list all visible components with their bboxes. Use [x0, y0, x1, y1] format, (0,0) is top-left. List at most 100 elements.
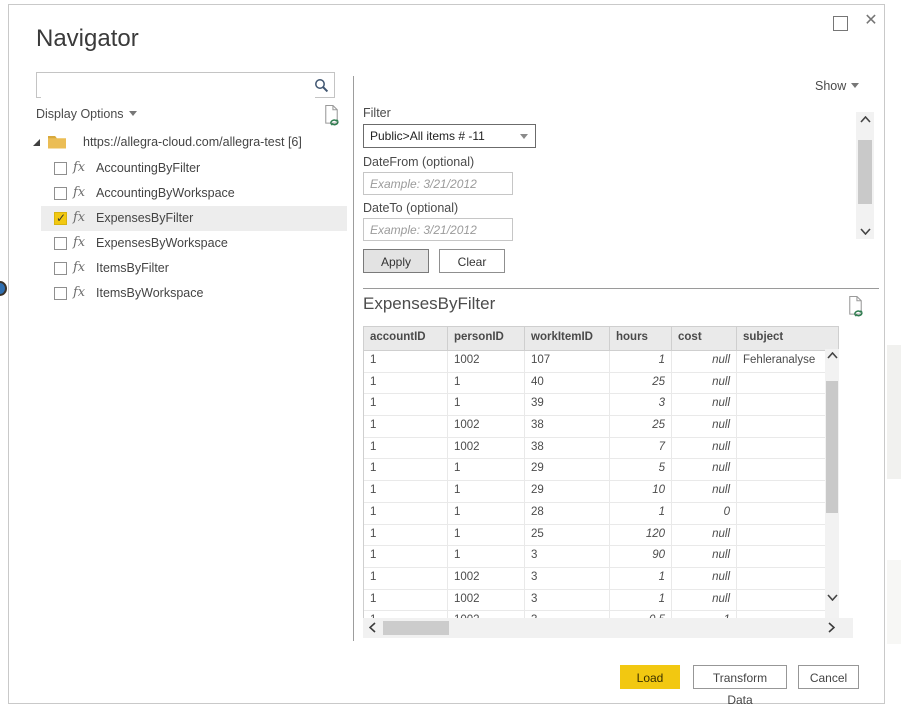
- filter-label: Filter: [363, 106, 391, 120]
- chevron-down-icon: [129, 111, 137, 116]
- panel-scrollbar[interactable]: [856, 112, 874, 239]
- collapse-triangle-icon[interactable]: [33, 139, 40, 146]
- table-row: 11295nulln: [364, 459, 838, 481]
- datefrom-input[interactable]: [363, 172, 513, 195]
- table-cell: null: [672, 373, 737, 394]
- scroll-down-icon[interactable]: [856, 228, 874, 235]
- table-cell: 120: [610, 525, 672, 546]
- tree-item[interactable]: fx AccountingByFilter: [9, 156, 353, 181]
- column-header-accountID[interactable]: accountID: [364, 327, 448, 350]
- table-row: 1125120nulln: [364, 525, 838, 547]
- tree-item-label: ExpensesByFilter: [96, 211, 193, 225]
- table-cell: [737, 416, 838, 437]
- tree-item[interactable]: fx ItemsByWorkspace: [9, 281, 353, 306]
- screen: ✕ Navigator Display Options: [0, 0, 901, 719]
- chevron-down-icon: [520, 134, 528, 139]
- search-icon[interactable]: [314, 78, 329, 93]
- tree-item-label: ExpensesByWorkspace: [96, 236, 228, 250]
- tree-item-checkbox[interactable]: [54, 237, 67, 250]
- search-input[interactable]: [41, 74, 315, 98]
- tree-root-node[interactable]: https://allegra-cloud.com/allegra-test […: [9, 131, 353, 156]
- table-row: 112910nulln: [364, 481, 838, 503]
- tree-item-checkbox[interactable]: [54, 262, 67, 275]
- scroll-down-icon[interactable]: [825, 594, 839, 601]
- tree-item-highlight: [41, 256, 347, 281]
- function-icon: fx: [73, 260, 85, 275]
- table-cell: 1: [364, 373, 448, 394]
- scroll-up-icon[interactable]: [856, 116, 874, 123]
- tree-item-checkbox[interactable]: [54, 162, 67, 175]
- table-cell: null: [672, 459, 737, 480]
- table-cell: 3: [525, 546, 610, 567]
- tree-item[interactable]: fx ItemsByFilter: [9, 256, 353, 281]
- tree-item-label: AccountingByWorkspace: [96, 186, 235, 200]
- chevron-down-icon: [851, 83, 859, 88]
- refresh-preview-icon[interactable]: [845, 295, 866, 318]
- table-cell: 25: [525, 525, 610, 546]
- table-cell: 10: [610, 481, 672, 502]
- tree-item-checkbox[interactable]: [54, 187, 67, 200]
- section-divider: [363, 288, 879, 289]
- table-horizontal-scrollbar[interactable]: [363, 618, 853, 638]
- table-row: 1100231nulln: [364, 568, 838, 590]
- display-options-label: Display Options: [36, 107, 124, 121]
- tree-item-checkbox[interactable]: [54, 287, 67, 300]
- table-cell: Fehleranalyse: [737, 351, 838, 372]
- tree-item-checkbox[interactable]: [54, 212, 67, 225]
- folder-icon: [48, 135, 66, 149]
- table-row: 112810n: [364, 503, 838, 525]
- table-cell: n: [737, 394, 838, 415]
- table-cell: 1: [448, 503, 525, 524]
- display-options-dropdown[interactable]: Display Options: [36, 107, 137, 121]
- table-cell: 1002: [448, 438, 525, 459]
- scrollbar-thumb[interactable]: [383, 621, 449, 635]
- table-cell: n: [737, 546, 838, 567]
- table-cell: 38: [525, 438, 610, 459]
- column-header-hours[interactable]: hours: [610, 327, 672, 350]
- table-cell: n: [737, 459, 838, 480]
- column-header-workItemID[interactable]: workItemID: [525, 327, 610, 350]
- tree-item[interactable]: fx ExpensesByWorkspace: [9, 231, 353, 256]
- cancel-button[interactable]: Cancel: [798, 665, 859, 689]
- close-icon[interactable]: ✕: [861, 11, 881, 31]
- scroll-up-icon[interactable]: [825, 352, 839, 359]
- table-cell: 1002: [448, 568, 525, 589]
- table-cell: 1: [364, 351, 448, 372]
- scroll-left-icon[interactable]: [369, 622, 376, 633]
- function-icon: fx: [73, 185, 85, 200]
- table-cell: 7: [610, 438, 672, 459]
- dateto-input[interactable]: [363, 218, 513, 241]
- apply-button[interactable]: Apply: [363, 249, 429, 273]
- table-cell: n: [737, 590, 838, 611]
- scrollbar-thumb[interactable]: [858, 140, 872, 204]
- show-dropdown[interactable]: Show: [815, 79, 859, 93]
- table-cell: null: [672, 568, 737, 589]
- table-cell: n: [737, 481, 838, 502]
- tree-item-label: AccountingByFilter: [96, 161, 200, 175]
- table-cell: 1: [610, 568, 672, 589]
- refresh-preview-icon[interactable]: [321, 104, 342, 127]
- column-header-personID[interactable]: personID: [448, 327, 525, 350]
- scrollbar-thumb[interactable]: [826, 381, 838, 513]
- table-cell: 38: [525, 416, 610, 437]
- tree-item-highlight: [41, 206, 347, 231]
- load-button[interactable]: Load: [620, 665, 680, 689]
- scroll-right-icon[interactable]: [828, 622, 835, 633]
- maximize-icon[interactable]: [833, 16, 848, 31]
- tree-item-label: ItemsByFilter: [96, 261, 169, 275]
- table-cell: 1: [364, 394, 448, 415]
- transform-data-button[interactable]: Transform Data: [693, 665, 787, 689]
- filter-dropdown[interactable]: Public>All items # -11: [363, 124, 536, 148]
- table-cell: 25: [610, 373, 672, 394]
- column-header-cost[interactable]: cost: [672, 327, 737, 350]
- tree-item[interactable]: fx ExpensesByFilter: [9, 206, 353, 231]
- table-cell: 1: [364, 546, 448, 567]
- table-cell: 1: [448, 525, 525, 546]
- table-row: 110023825null: [364, 416, 838, 438]
- clear-button[interactable]: Clear: [439, 249, 505, 273]
- table-cell: 1: [448, 394, 525, 415]
- function-icon: fx: [73, 210, 85, 225]
- tree-item[interactable]: fx AccountingByWorkspace: [9, 181, 353, 206]
- table-vertical-scrollbar[interactable]: [825, 349, 839, 619]
- column-header-subject[interactable]: subject: [737, 327, 838, 350]
